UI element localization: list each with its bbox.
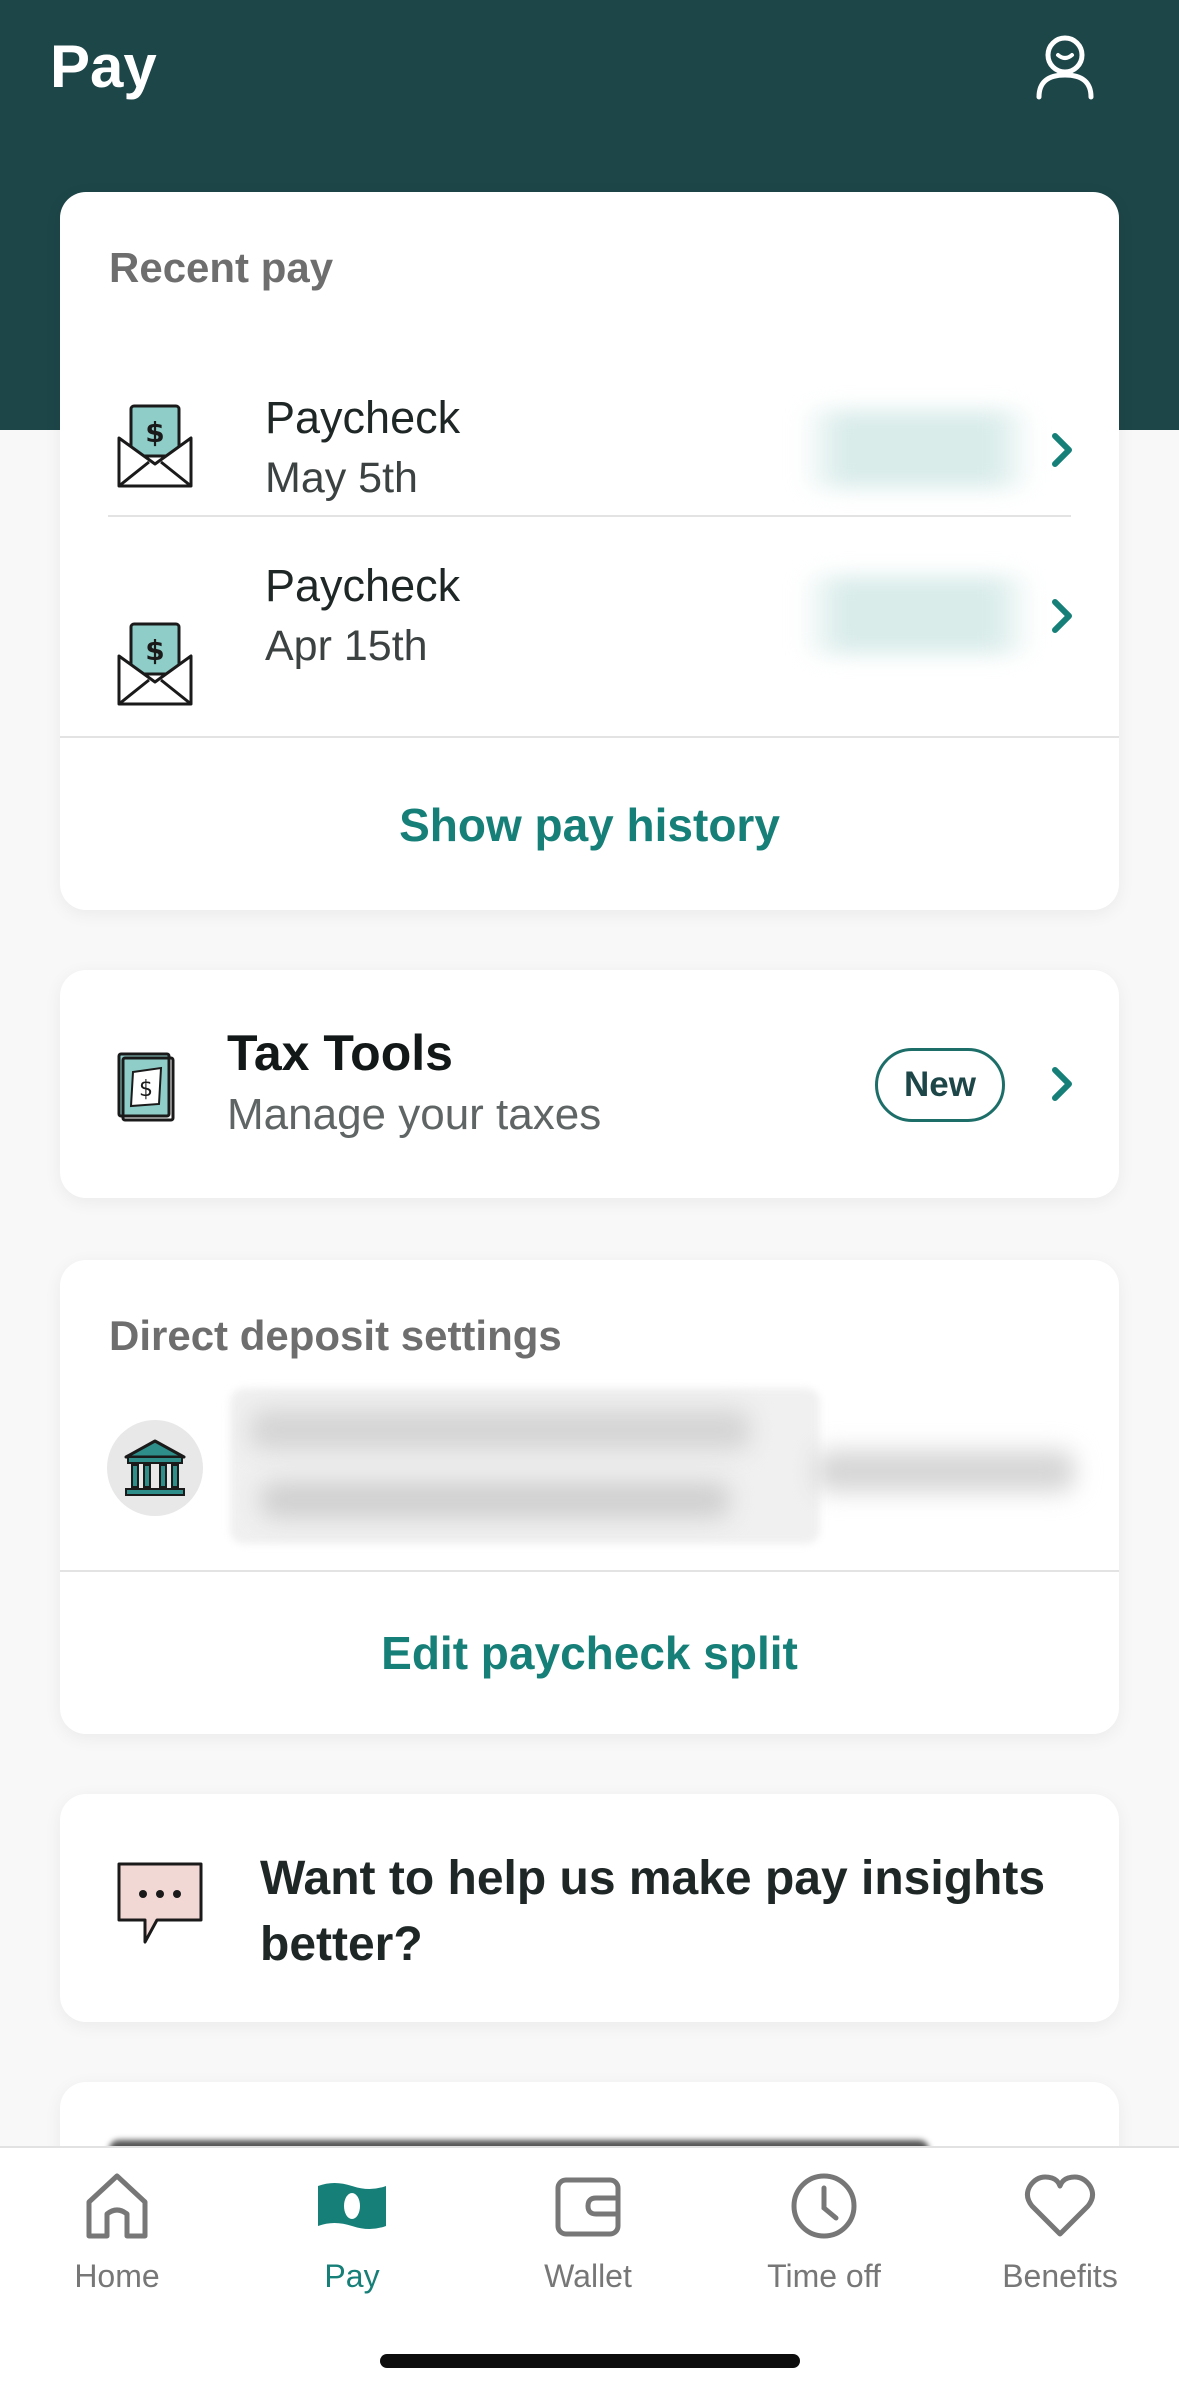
- deposit-amount-redacted: [815, 1450, 1075, 1492]
- profile-icon: [1036, 35, 1094, 100]
- new-badge: New: [875, 1048, 1005, 1122]
- tab-label: Benefits: [1002, 2258, 1118, 2294]
- bank-avatar: [107, 1420, 203, 1516]
- bank-name-redacted: [250, 1410, 750, 1450]
- clock-icon: [791, 2173, 857, 2239]
- paycheck-row-1[interactable]: $ Paycheck May 5th: [60, 354, 1119, 572]
- home-icon: [86, 2173, 148, 2239]
- tab-pay[interactable]: Pay: [252, 2168, 452, 2318]
- svg-text:$: $: [145, 416, 164, 449]
- wallet-icon: [555, 2177, 621, 2237]
- profile-button[interactable]: [1030, 32, 1100, 102]
- feedback-card[interactable]: Want to help us make pay insights better…: [60, 1794, 1119, 2022]
- paycheck-date: Apr 15th: [265, 622, 428, 670]
- paycheck-amount-redacted: [800, 576, 1035, 654]
- feedback-prompt: Want to help us make pay insights better…: [260, 1852, 1046, 1971]
- edit-paycheck-split-button[interactable]: Edit paycheck split: [60, 1626, 1119, 1680]
- chat-bubble-icon: [117, 1862, 203, 1944]
- tax-tools-subtitle: Manage your taxes: [227, 1090, 602, 1139]
- tab-home[interactable]: Home: [17, 2168, 217, 2318]
- divider: [60, 736, 1119, 738]
- tab-label: Time off: [767, 2258, 881, 2294]
- page-title: Pay: [50, 33, 157, 100]
- tab-wallet[interactable]: Wallet: [488, 2168, 688, 2318]
- tab-label: Home: [74, 2258, 160, 2294]
- tab-label: Wallet: [544, 2258, 632, 2294]
- paycheck-date: May 5th: [265, 454, 418, 502]
- direct-deposit-card: Direct deposit settings Edit paycheck sp…: [60, 1260, 1119, 1734]
- heart-icon: [1024, 2174, 1096, 2237]
- divider: [60, 1570, 1119, 1572]
- bank-number-redacted: [260, 1482, 730, 1518]
- chevron-right-icon: [1052, 599, 1072, 633]
- tab-label: Pay: [324, 2258, 380, 2294]
- envelope-money-icon: $: [117, 404, 193, 488]
- divider: [108, 515, 1071, 517]
- pay-icon: [318, 2183, 386, 2229]
- bank-icon: [124, 1439, 186, 1496]
- tax-tools-title: Tax Tools: [227, 1025, 453, 1081]
- svg-text:$: $: [145, 634, 164, 667]
- show-pay-history-button[interactable]: Show pay history: [60, 798, 1119, 852]
- chevron-right-icon: [1052, 1067, 1072, 1101]
- paycheck-label: Paycheck: [265, 392, 461, 443]
- tax-document-icon: $: [117, 1052, 175, 1122]
- paycheck-amount-redacted: [800, 410, 1035, 488]
- recent-pay-card: Recent pay $ Paycheck May 5th $ Paycheck…: [60, 192, 1119, 910]
- chevron-right-icon: [1052, 433, 1072, 467]
- home-indicator: [380, 2354, 800, 2368]
- svg-text:$: $: [139, 1077, 153, 1102]
- recent-pay-title: Recent pay: [109, 244, 334, 291]
- tab-time-off[interactable]: Time off: [724, 2168, 924, 2318]
- direct-deposit-title: Direct deposit settings: [109, 1312, 562, 1359]
- paycheck-row-2[interactable]: $ Paycheck Apr 15th: [60, 560, 1119, 790]
- paycheck-label: Paycheck: [265, 560, 461, 611]
- envelope-money-icon: $: [117, 622, 193, 706]
- tax-tools-card[interactable]: $ Tax Tools Manage your taxes New: [60, 970, 1119, 1198]
- tab-benefits[interactable]: Benefits: [960, 2168, 1160, 2318]
